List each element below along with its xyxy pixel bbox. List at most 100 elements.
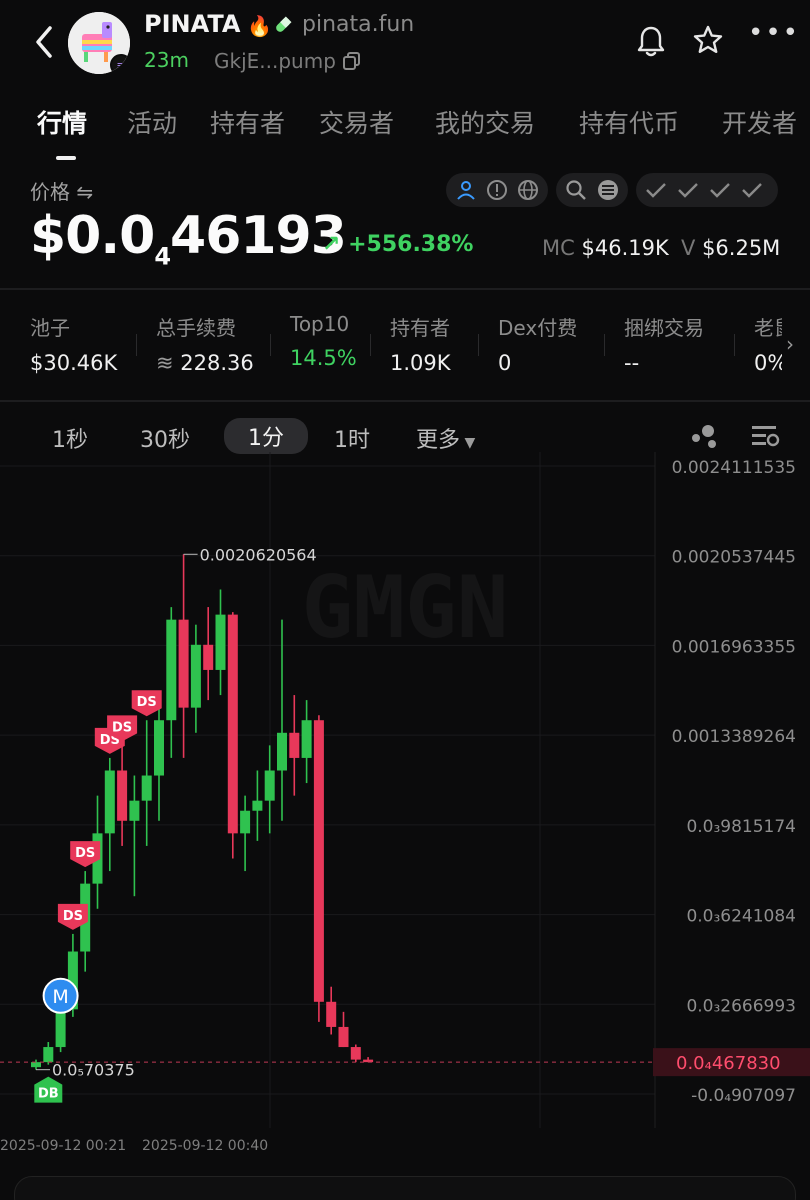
interval-1m[interactable]: 1分 bbox=[224, 418, 308, 454]
y-tick-label: 0.0013389264 bbox=[672, 727, 796, 747]
chart-settings-icon[interactable] bbox=[750, 422, 780, 450]
more-dots-icon[interactable]: ••• bbox=[748, 20, 798, 52]
candle-body bbox=[129, 800, 140, 821]
stat-label: 池子 bbox=[30, 316, 70, 340]
stat-value: -- bbox=[624, 351, 640, 375]
interval-30s[interactable]: 30秒 bbox=[140, 422, 190, 454]
caret-down-icon: ▼ bbox=[460, 435, 476, 451]
candle-body bbox=[350, 1047, 361, 1060]
tab-holders[interactable]: 持有者 bbox=[210, 104, 285, 140]
candle-body bbox=[178, 619, 189, 708]
y-tick-label: -0.0₄907097 bbox=[691, 1086, 796, 1106]
tab-developer[interactable]: 开发者 bbox=[722, 104, 797, 140]
x-tick-label: 2025-09-12 00:21 bbox=[0, 1138, 126, 1154]
interval-1h[interactable]: 1时 bbox=[334, 422, 370, 454]
sell-marker-label: DS bbox=[112, 720, 132, 735]
stat-bundled: 捆绑交易 -- bbox=[624, 312, 704, 375]
audit-badges[interactable] bbox=[446, 173, 548, 207]
divider bbox=[0, 400, 810, 402]
interval-more[interactable]: 更多 ▼ bbox=[416, 422, 475, 454]
candle-body bbox=[141, 775, 152, 801]
current-price: $0.0446193 bbox=[30, 206, 347, 271]
divider bbox=[136, 334, 137, 356]
candle-body bbox=[166, 619, 177, 721]
website-link[interactable]: pinata.fun bbox=[302, 12, 414, 37]
search-badges[interactable] bbox=[556, 173, 628, 207]
stat-label: Dex付费 bbox=[498, 316, 578, 340]
top-bar: ≡ PINATA 🔥 pinata.fun 23m GkjE...pump ••… bbox=[0, 0, 810, 90]
stat-value: ≋ 228.36 bbox=[156, 351, 254, 375]
candlestick-chart[interactable]: GMGN DBMDSDSDSDSDS 0.00241115350.0020537… bbox=[0, 452, 810, 1162]
tab-holdings[interactable]: 持有代币 bbox=[579, 104, 679, 140]
candle-body bbox=[55, 1009, 66, 1048]
sell-marker-label: DS bbox=[137, 695, 157, 710]
stats-row[interactable]: 池子 $30.46K 总手续费 ≋ 228.36 Top10 14.5% 持有者… bbox=[0, 300, 810, 400]
solana-chain-icon: ≡ bbox=[110, 54, 130, 74]
alert-icon bbox=[483, 176, 510, 204]
stat-value-text: 228.36 bbox=[180, 351, 254, 375]
fire-icon: 🔥 bbox=[247, 14, 272, 38]
price-zero-count: 4 bbox=[154, 242, 171, 271]
watermark-text: GMGN bbox=[301, 558, 508, 658]
stat-top10: Top10 14.5% bbox=[290, 312, 357, 370]
stat-label: 总手续费 bbox=[156, 316, 236, 340]
stat-value: 14.5% bbox=[290, 346, 357, 370]
check-icon bbox=[738, 176, 766, 204]
y-tick-label: 0.0024111535 bbox=[672, 458, 796, 478]
solana-icon: ≋ bbox=[156, 351, 174, 375]
stat-pool: 池子 $30.46K bbox=[30, 312, 117, 375]
stat-dex-paid: Dex付费 0 bbox=[498, 312, 577, 375]
market-cap: MC $46.19K bbox=[542, 236, 669, 260]
search-icon bbox=[562, 176, 590, 204]
solana-icon bbox=[594, 176, 622, 204]
price-chart[interactable]: GMGN DB M DS DS DS DS DS 0.0024111535 0.0020537… bbox=[0, 452, 810, 1162]
volume: V $6.25M bbox=[681, 236, 780, 260]
y-axis: 0.0024111535 0.0020537445 0.0016963355 0.00… bbox=[672, 458, 796, 1106]
bottom-sheet[interactable] bbox=[14, 1176, 796, 1200]
check-icon bbox=[674, 176, 702, 204]
token-avatar[interactable]: ≡ bbox=[68, 12, 130, 74]
check-badges[interactable] bbox=[636, 173, 778, 207]
tab-activity[interactable]: 活动 bbox=[127, 104, 177, 140]
market-cap-value: $46.19K bbox=[581, 236, 669, 260]
buy-marker-label: DB bbox=[38, 1087, 59, 1102]
tab-bar: 行情 活动 持有者 交易者 我的交易 持有代币 开发者 bbox=[0, 92, 810, 162]
candle-body bbox=[227, 614, 238, 834]
star-icon[interactable] bbox=[692, 24, 724, 56]
indicator-icon[interactable] bbox=[688, 422, 720, 450]
pill-icon bbox=[276, 16, 292, 32]
check-icon bbox=[706, 176, 734, 204]
contract-address[interactable]: GkjE...pump bbox=[214, 49, 336, 73]
x-tick-label: 2025-09-12 00:40 bbox=[142, 1138, 268, 1154]
stat-insiders: 老鼠仓 0% bbox=[754, 312, 782, 375]
candle-body bbox=[313, 720, 324, 1002]
tab-market[interactable]: 行情 bbox=[37, 104, 87, 140]
price-prefix: $0.0 bbox=[30, 206, 155, 266]
tab-my-trades[interactable]: 我的交易 bbox=[435, 104, 535, 140]
candle-body bbox=[190, 644, 201, 708]
divider bbox=[0, 288, 810, 290]
candle-body bbox=[215, 614, 226, 670]
chevron-right-icon[interactable]: › bbox=[786, 332, 794, 356]
divider bbox=[604, 334, 605, 356]
bell-icon[interactable] bbox=[636, 24, 666, 58]
sell-marker-label: DS bbox=[75, 846, 95, 861]
price-label[interactable]: 价格 ⇋ bbox=[30, 176, 93, 205]
stat-value: 0 bbox=[498, 351, 512, 375]
candle-body bbox=[31, 1062, 41, 1068]
divider bbox=[734, 334, 735, 356]
copy-icon[interactable] bbox=[343, 52, 361, 70]
candle-body bbox=[252, 800, 263, 811]
candle-body bbox=[301, 720, 312, 758]
token-age: 23m bbox=[144, 48, 189, 72]
tab-traders[interactable]: 交易者 bbox=[319, 104, 394, 140]
candle-body bbox=[203, 644, 214, 670]
stat-label: 老鼠仓 bbox=[754, 316, 782, 340]
back-chevron-icon[interactable] bbox=[30, 22, 60, 62]
candle-body bbox=[240, 810, 251, 834]
token-name: PINATA bbox=[144, 10, 241, 38]
active-tab-indicator bbox=[56, 156, 76, 160]
interval-more-label: 更多 bbox=[416, 428, 461, 453]
interval-1s[interactable]: 1秒 bbox=[52, 422, 88, 454]
stat-value: $30.46K bbox=[30, 351, 118, 375]
